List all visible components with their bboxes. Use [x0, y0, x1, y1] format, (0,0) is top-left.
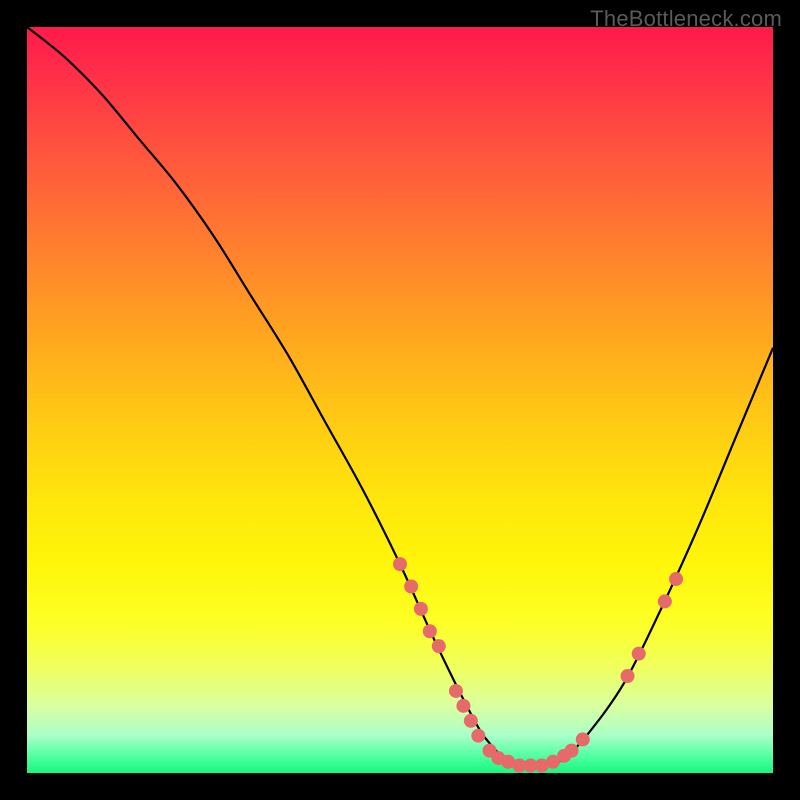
curve-marker: [621, 669, 635, 683]
curve-marker: [471, 729, 485, 743]
curve-marker: [414, 602, 428, 616]
curve-marker: [423, 624, 437, 638]
curve-marker: [404, 580, 418, 594]
curve-marker: [432, 639, 446, 653]
curve-marker: [464, 714, 478, 728]
curve-marker: [658, 594, 672, 608]
curve-marker: [449, 684, 463, 698]
curve-marker: [393, 557, 407, 571]
curve-markers: [393, 557, 683, 772]
curve-marker: [456, 699, 470, 713]
chart-svg: [27, 27, 773, 773]
curve-marker: [669, 572, 683, 586]
bottleneck-curve: [27, 27, 773, 766]
curve-marker: [565, 744, 579, 758]
curve-marker: [576, 732, 590, 746]
chart-plot-area: [27, 27, 773, 773]
curve-marker: [632, 647, 646, 661]
watermark-text: TheBottleneck.com: [590, 6, 782, 32]
